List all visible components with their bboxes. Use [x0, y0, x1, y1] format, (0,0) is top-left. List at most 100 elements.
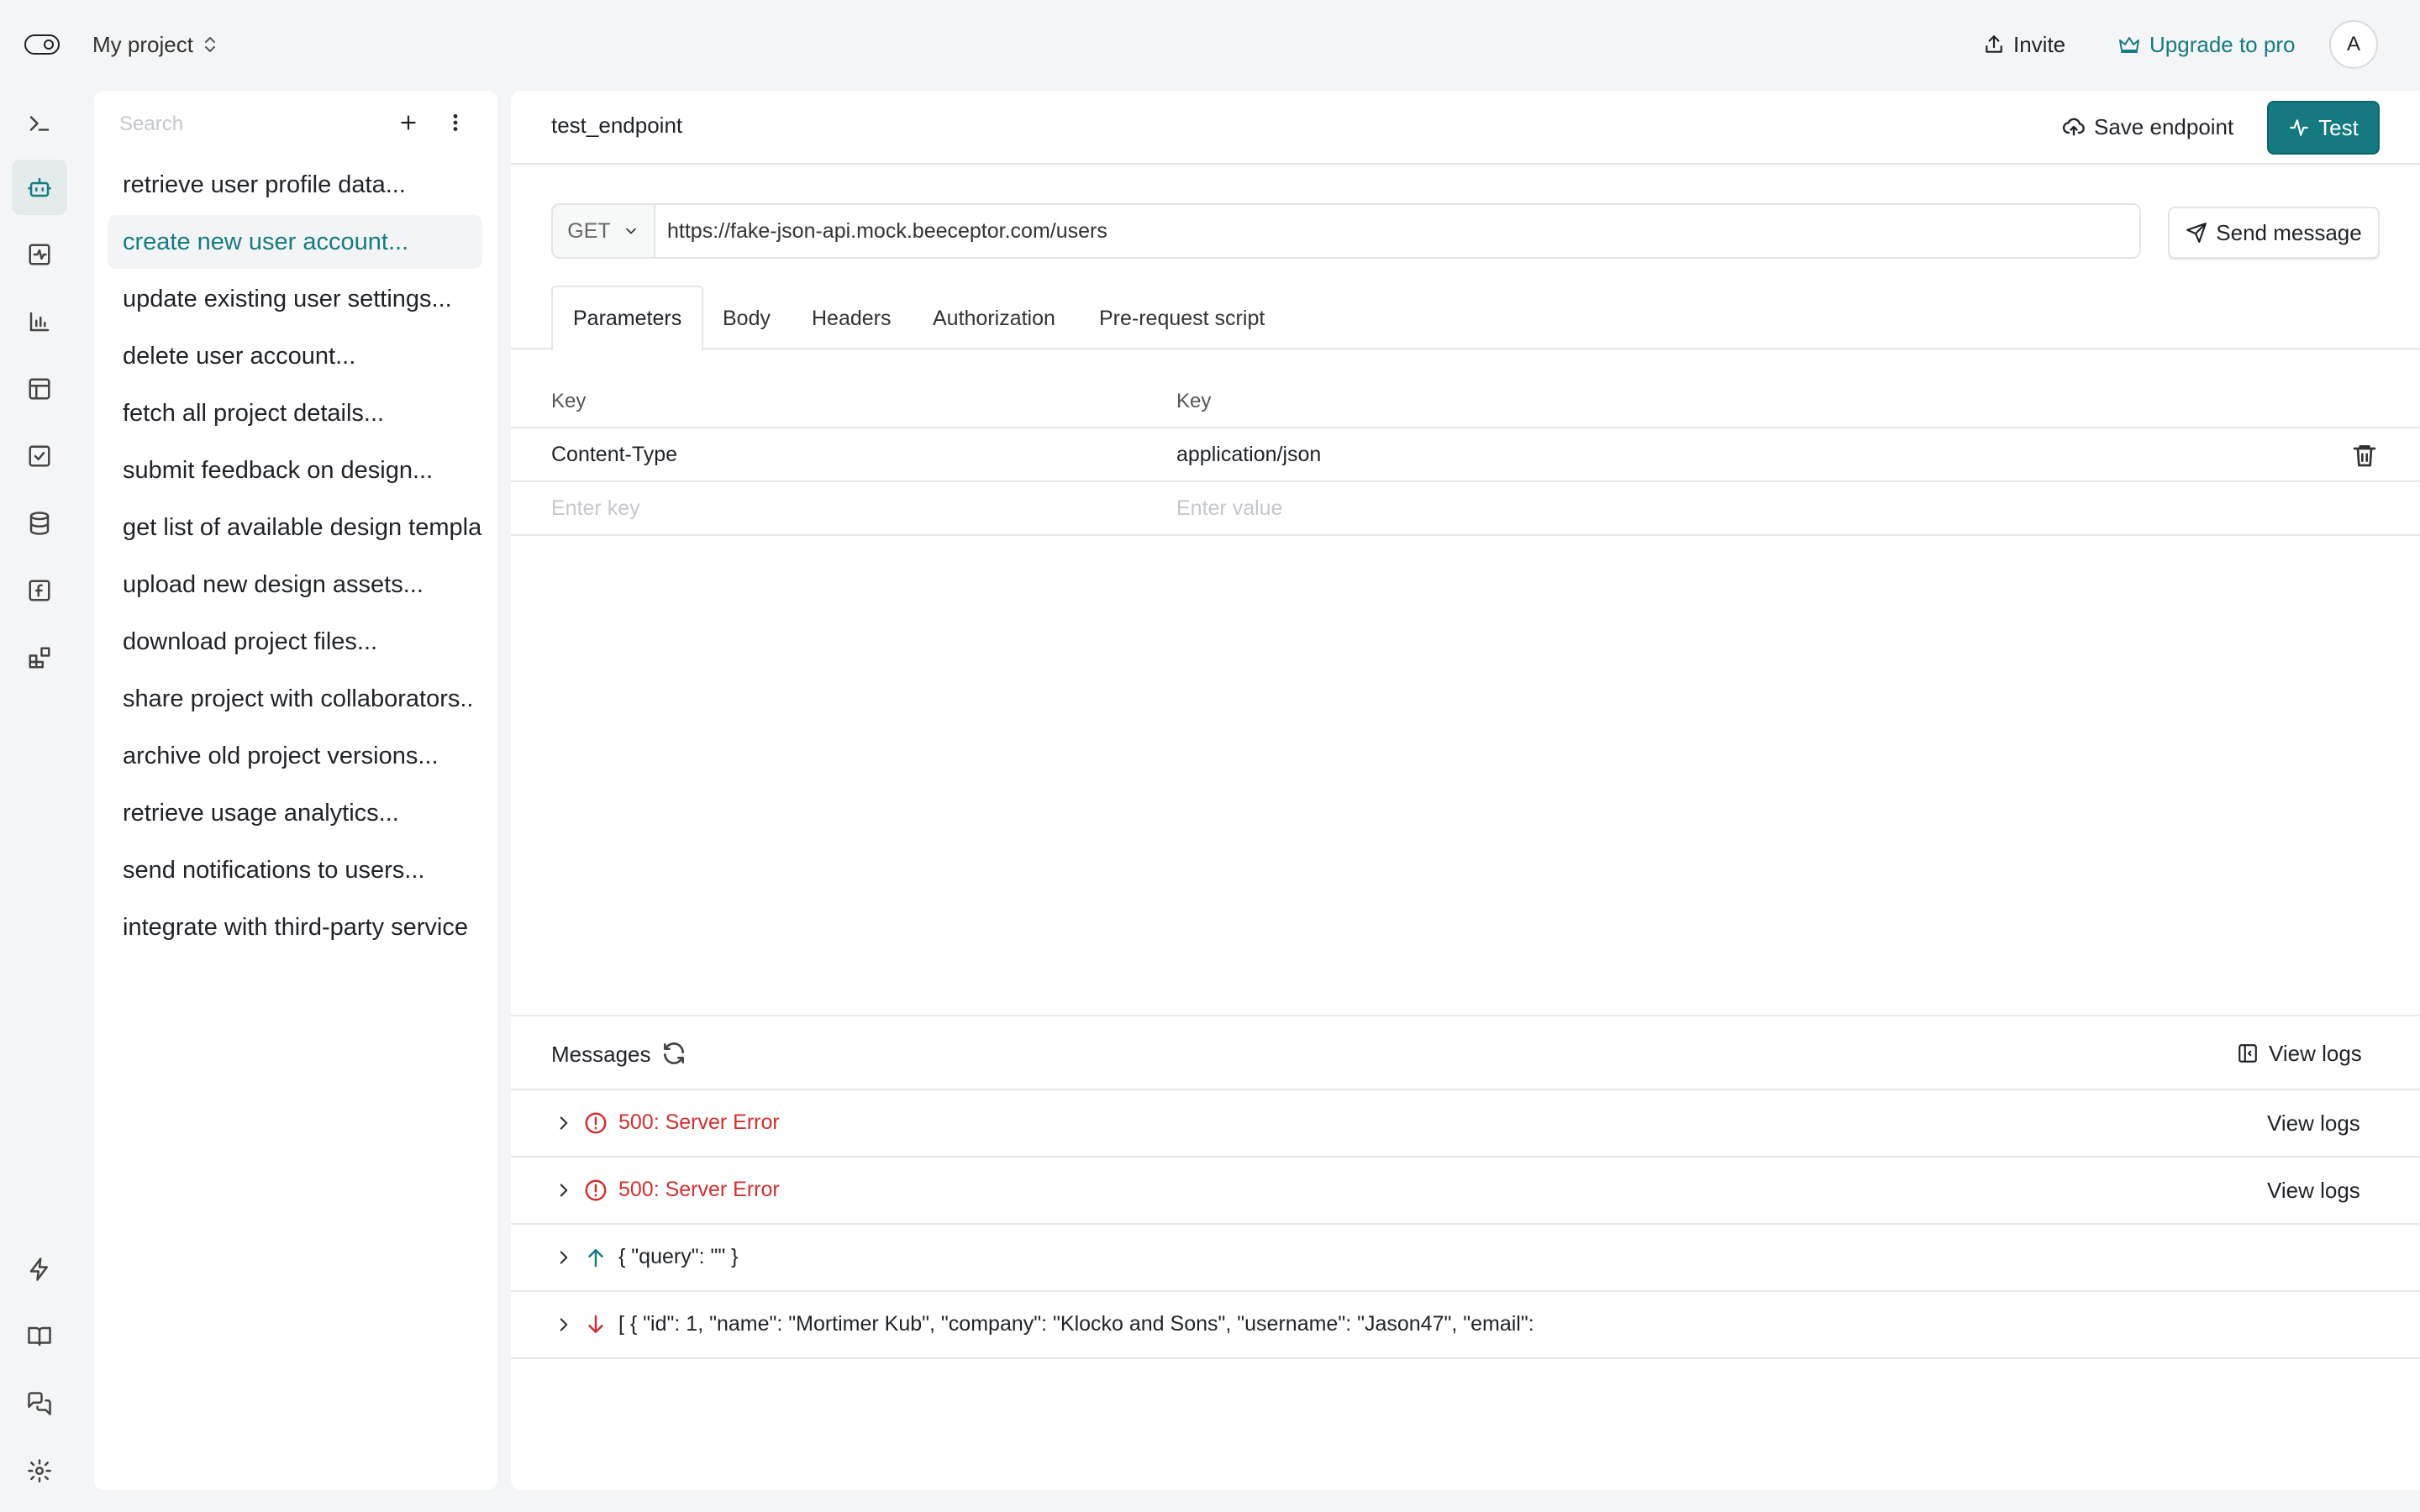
- list-item[interactable]: submit feedback on design...: [108, 444, 497, 497]
- tab-authorization[interactable]: Authorization: [933, 286, 1055, 351]
- trash-icon[interactable]: [2351, 442, 2378, 469]
- chevron-right-icon[interactable]: [553, 1247, 575, 1268]
- activity-icon[interactable]: [12, 227, 67, 282]
- activity-icon: [2288, 117, 2310, 139]
- list-item[interactable]: download project files...: [108, 615, 497, 669]
- request-bar: GET: [551, 203, 2141, 259]
- tab-parameters[interactable]: Parameters: [551, 286, 704, 351]
- list-item[interactable]: delete user account...: [108, 329, 497, 383]
- list-item[interactable]: send notifications to users...: [108, 843, 497, 897]
- project-switcher[interactable]: My project: [92, 29, 218, 60]
- upgrade-button[interactable]: Upgrade to pro: [2118, 29, 2295, 60]
- new-value-input[interactable]: [1176, 489, 2185, 528]
- view-logs-button[interactable]: View logs: [2237, 1038, 2362, 1068]
- messages-header: Messages View logs: [511, 1016, 2420, 1090]
- new-key-input[interactable]: [551, 489, 1139, 528]
- param-key[interactable]: Content-Type: [551, 428, 677, 480]
- message-row[interactable]: [ { "id": 1, "name": "Mortimer Kub", "co…: [511, 1292, 2420, 1359]
- chevron-right-icon[interactable]: [553, 1314, 575, 1336]
- chevron-down-icon: [623, 223, 639, 239]
- checkbox-icon[interactable]: [12, 428, 67, 484]
- chevron-up-down-icon: [202, 34, 218, 55]
- view-logs-link[interactable]: View logs: [2267, 1178, 2360, 1204]
- table-row: Content-Type application/json: [511, 428, 2420, 482]
- method-select[interactable]: GET: [553, 205, 655, 257]
- table-icon[interactable]: [12, 361, 67, 417]
- top-bar: My project Invite Upgrade to pro A: [0, 0, 2420, 89]
- chat-icon[interactable]: [12, 1376, 67, 1431]
- send-message-label: Send message: [2216, 219, 2362, 245]
- alert-circle-icon: [583, 1178, 608, 1203]
- messages-panel: Messages View logs 500: Server Error Vie…: [511, 1015, 2420, 1490]
- tab-headers[interactable]: Headers: [812, 286, 892, 351]
- database-icon[interactable]: [12, 496, 67, 551]
- icon-rail: [0, 89, 84, 1512]
- message-row[interactable]: 500: Server Error View logs: [511, 1090, 2420, 1158]
- refresh-icon[interactable]: [660, 1040, 687, 1067]
- message-text: [ { "id": 1, "name": "Mortimer Kub", "co…: [618, 1312, 1534, 1336]
- arrow-up-icon: [583, 1245, 608, 1270]
- list-item[interactable]: get list of available design templa: [108, 501, 497, 554]
- request-tabs: Parameters Body Headers Authorization Pr…: [511, 286, 2420, 351]
- message-row[interactable]: { "query": "" }: [511, 1225, 2420, 1292]
- list-item[interactable]: retrieve user profile data...: [108, 158, 497, 212]
- toggle-logo-icon[interactable]: [24, 32, 60, 57]
- test-label: Test: [2318, 114, 2359, 140]
- avatar[interactable]: A: [2329, 20, 2378, 69]
- tab-body[interactable]: Body: [723, 286, 771, 351]
- terminal-icon[interactable]: [12, 96, 67, 151]
- message-row[interactable]: 500: Server Error View logs: [511, 1158, 2420, 1225]
- list-item[interactable]: fetch all project details...: [108, 386, 497, 440]
- arrow-down-icon: [583, 1312, 608, 1337]
- value-column-header: Key: [1176, 390, 1212, 412]
- test-button[interactable]: Test: [2267, 101, 2380, 155]
- plus-icon[interactable]: [392, 106, 425, 139]
- send-icon: [2186, 222, 2207, 244]
- tab-pre-request-script[interactable]: Pre-request script: [1099, 286, 1265, 351]
- invite-button[interactable]: Invite: [1983, 29, 2065, 60]
- crown-icon: [2118, 34, 2141, 55]
- view-logs-label: View logs: [2269, 1040, 2362, 1066]
- list-item[interactable]: create new user account...: [108, 215, 482, 269]
- bot-icon[interactable]: [12, 160, 67, 215]
- endpoint-list-panel: retrieve user profile data... create new…: [94, 91, 497, 1490]
- settings-icon[interactable]: [12, 1443, 67, 1499]
- table-row: [511, 482, 2420, 536]
- param-value[interactable]: application/json: [1176, 428, 1321, 480]
- main-panel: test_endpoint Save endpoint Test GET Sen…: [511, 91, 2420, 1490]
- params-header-row: Key Key: [511, 373, 2420, 428]
- list-item[interactable]: retrieve usage analytics...: [108, 786, 497, 840]
- upgrade-label: Upgrade to pro: [2149, 31, 2296, 57]
- list-item[interactable]: update existing user settings...: [108, 272, 497, 326]
- share-icon: [1983, 34, 2005, 55]
- message-text: 500: Server Error: [618, 1110, 780, 1134]
- list-item[interactable]: share project with collaborators..: [108, 672, 497, 726]
- zap-icon[interactable]: [12, 1242, 67, 1297]
- message-text: { "query": "" }: [618, 1245, 739, 1268]
- messages-title: Messages: [551, 1042, 651, 1067]
- function-icon[interactable]: [12, 563, 67, 618]
- url-input[interactable]: [655, 205, 2139, 257]
- more-vertical-icon[interactable]: [439, 106, 472, 139]
- chevron-right-icon[interactable]: [553, 1112, 575, 1134]
- cloud-upload-icon: [2062, 115, 2086, 139]
- endpoint-header: test_endpoint Save endpoint Test: [511, 91, 2420, 165]
- save-endpoint-label: Save endpoint: [2094, 113, 2234, 139]
- list-item[interactable]: integrate with third-party service: [108, 900, 497, 954]
- alert-circle-icon: [583, 1110, 608, 1136]
- invite-label: Invite: [2013, 31, 2066, 57]
- save-endpoint-button[interactable]: Save endpoint: [2062, 109, 2233, 144]
- endpoint-list: retrieve user profile data... create new…: [108, 158, 497, 958]
- send-message-button[interactable]: Send message: [2168, 207, 2380, 259]
- blocks-icon[interactable]: [12, 630, 67, 685]
- view-logs-link[interactable]: View logs: [2267, 1110, 2360, 1137]
- endpoint-name: test_endpoint: [551, 113, 683, 138]
- book-icon[interactable]: [12, 1309, 67, 1364]
- bar-chart-icon[interactable]: [12, 294, 67, 349]
- method-value: GET: [567, 218, 611, 243]
- chevron-right-icon[interactable]: [553, 1179, 575, 1201]
- list-item[interactable]: archive old project versions...: [108, 729, 497, 783]
- list-item[interactable]: upload new design assets...: [108, 558, 497, 612]
- project-name: My project: [92, 31, 193, 57]
- panel-icon: [2237, 1042, 2259, 1064]
